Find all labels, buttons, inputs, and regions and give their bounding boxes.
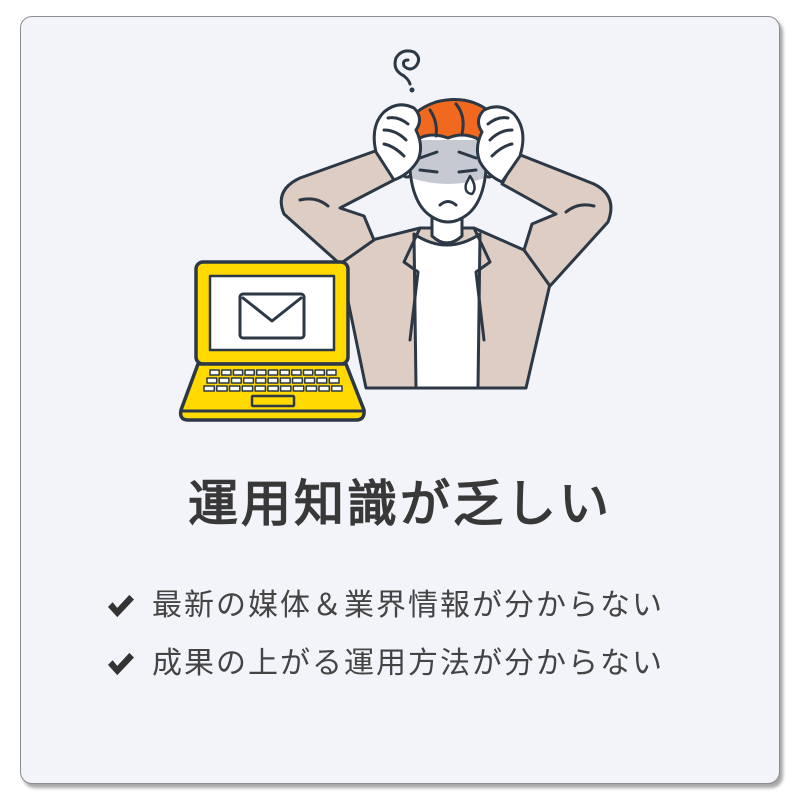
keyboard-key — [220, 369, 232, 376]
keyboard-key — [206, 377, 218, 384]
keyboard-key — [279, 369, 291, 376]
checklist: 最新の媒体＆業界情報が分からない 成果の上がる運用方法が分からない — [106, 584, 664, 700]
keyboard-key — [279, 385, 292, 392]
keyboard-key — [316, 377, 328, 384]
keyboard-key — [242, 377, 255, 384]
keyboard-key — [228, 385, 241, 392]
keyboard-key — [318, 385, 331, 392]
swirl-dot — [409, 87, 415, 93]
keyboard-key — [292, 385, 305, 392]
keyboard-key — [305, 385, 318, 392]
keyboard-key — [267, 369, 279, 376]
envelope-icon — [238, 292, 306, 340]
keyboard-key — [216, 385, 228, 392]
keyboard-key — [326, 369, 337, 376]
keyboard-key — [328, 377, 340, 384]
envelope-body — [238, 292, 306, 340]
swirl-tail — [402, 74, 412, 86]
illustration — [178, 49, 613, 422]
keyboard-key — [254, 385, 267, 392]
keyboard-key — [304, 377, 316, 384]
keyboard-key — [255, 369, 267, 376]
keyboard-key — [267, 385, 279, 392]
keyboard-key — [314, 369, 326, 376]
keyboard-key — [279, 377, 291, 384]
keyboard-key — [218, 377, 230, 384]
keyboard-key — [267, 377, 279, 384]
check-mark — [108, 652, 134, 676]
keyboard — [203, 369, 343, 392]
shirt — [412, 232, 482, 390]
check-mark — [108, 594, 134, 618]
left-eye — [418, 168, 439, 174]
laptop-icon — [178, 260, 366, 422]
keyboard-key — [203, 385, 216, 392]
keyboard-key — [230, 377, 242, 384]
check-icon — [108, 594, 134, 618]
check-icon — [108, 652, 134, 676]
keyboard-key — [232, 369, 244, 376]
keyboard-key — [244, 369, 255, 376]
swirl-line — [393, 49, 421, 78]
confused-swirl-icon — [393, 49, 421, 93]
keyboard-key — [255, 377, 267, 384]
checklist-item-text: 最新の媒体＆業界情報が分からない — [152, 588, 664, 623]
keyboard-key — [330, 385, 343, 392]
right-eye — [457, 168, 478, 174]
checklist-item-text: 成果の上がる運用方法が分からない — [152, 646, 664, 681]
keyboard-key — [291, 369, 302, 376]
keyboard-key — [209, 369, 220, 376]
checklist-item: 成果の上がる運用方法が分からない — [106, 642, 664, 686]
keyboard-key — [291, 377, 304, 384]
card-title: 運用知識が乏しい — [188, 475, 612, 533]
keyboard-key — [241, 385, 254, 392]
keyboard-key — [302, 369, 314, 376]
checklist-item: 最新の媒体＆業界情報が分からない — [106, 584, 664, 628]
face-shade — [411, 140, 485, 184]
